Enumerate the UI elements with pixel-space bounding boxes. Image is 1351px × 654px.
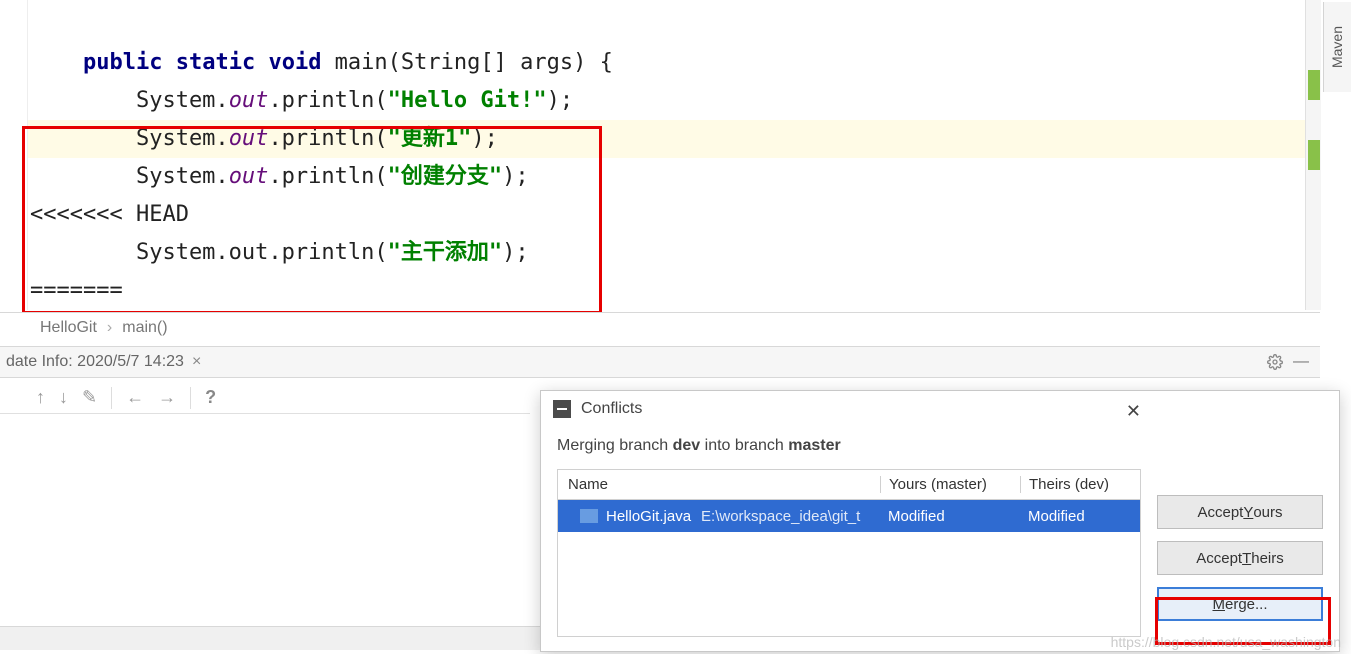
merge-post: erge... <box>1225 596 1268 613</box>
pencil-icon[interactable]: ✎ <box>82 387 97 408</box>
accept-yours-post: ours <box>1253 504 1282 521</box>
dialog-subtitle: Merging branch dev into branch master <box>541 427 1157 469</box>
toolbar-divider-2 <box>190 387 191 409</box>
run-toolbar: ↑ ↓ ✎ ← → ? <box>0 382 530 414</box>
table-row[interactable]: HelloGit.java E:\workspace_idea\git_t Mo… <box>558 500 1140 532</box>
file-icon <box>580 509 598 523</box>
tool-tab-maven[interactable]: Maven <box>1323 2 1351 92</box>
dialog-close-icon[interactable]: ✕ <box>1120 397 1147 426</box>
notification-label: date Info: 2020/5/7 14:23 <box>6 353 184 371</box>
string-trunk-add: "主干添加" <box>388 240 503 265</box>
breadcrumb-class[interactable]: HelloGit <box>40 319 97 337</box>
out-field-3: out <box>229 164 269 189</box>
dialog-titlebar[interactable]: Conflicts ✕ <box>541 391 1157 427</box>
branch-dev: dev <box>673 437 701 454</box>
arrow-left-icon[interactable]: ← <box>126 387 144 408</box>
keyword-public: public <box>83 50 162 75</box>
breadcrumb-method[interactable]: main() <box>122 319 167 337</box>
merge-u: M <box>1212 596 1225 613</box>
accept-theirs-u: T <box>1242 550 1251 567</box>
marker-green-1[interactable] <box>1308 70 1320 100</box>
dialog-sub-prefix: Merging branch <box>557 437 673 454</box>
conflicts-dialog: Conflicts ✕ Merging branch dev into bran… <box>540 390 1340 652</box>
editor-gutter <box>0 0 28 310</box>
keyword-static: static <box>176 50 255 75</box>
arrow-down-icon[interactable]: ↓ <box>59 387 68 408</box>
dialog-button-group: Accept Yours Accept Theirs Merge... <box>1157 391 1339 651</box>
arrow-up-icon[interactable]: ↑ <box>36 387 45 408</box>
keyword-void: void <box>268 50 321 75</box>
accept-yours-pre: Accept <box>1197 504 1243 521</box>
file-name: HelloGit.java <box>606 508 691 525</box>
dialog-app-icon <box>553 400 571 418</box>
conflict-head: <<<<<<< HEAD <box>30 202 189 227</box>
accept-theirs-post: heirs <box>1251 550 1284 567</box>
sig-rest: main(String[] args) { <box>321 50 612 75</box>
dialog-title: Conflicts <box>581 400 642 418</box>
marker-green-2[interactable] <box>1308 140 1320 170</box>
println-mid-2: .println( <box>268 126 387 151</box>
cell-theirs: Modified <box>1020 508 1140 525</box>
println-mid-3: .println( <box>268 164 387 189</box>
conflict-table[interactable]: Name Yours (master) Theirs (dev) HelloGi… <box>557 469 1141 637</box>
arrow-right-icon[interactable]: → <box>158 387 176 408</box>
conflict-table-header: Name Yours (master) Theirs (dev) <box>558 470 1140 500</box>
col-yours-header[interactable]: Yours (master) <box>880 476 1020 493</box>
chevron-right-icon: › <box>107 319 112 337</box>
accept-yours-u: Y <box>1243 504 1253 521</box>
println-head-2: System. <box>30 126 229 151</box>
minimize-icon[interactable]: — <box>1288 349 1314 375</box>
string-update1: "更新1" <box>388 126 472 151</box>
help-icon[interactable]: ? <box>205 387 216 408</box>
lower-panel <box>0 414 530 626</box>
gear-icon[interactable] <box>1262 349 1288 375</box>
println-tail-2: ); <box>471 126 498 151</box>
col-name-header[interactable]: Name <box>558 476 880 493</box>
tool-tab-maven-label: Maven <box>1330 26 1346 68</box>
out-field-1: out <box>229 88 269 113</box>
string-create-branch: "创建分支" <box>388 164 503 189</box>
code-block: public static void main(String[] args) {… <box>30 6 613 348</box>
code-editor[interactable]: public static void main(String[] args) {… <box>0 0 1320 310</box>
string-hello: "Hello Git!" <box>388 88 547 113</box>
println-mid-1: .println( <box>268 88 387 113</box>
dialog-sub-mid: into branch <box>700 437 788 454</box>
status-strip <box>0 626 550 650</box>
println-head-1: System. <box>30 88 229 113</box>
col-theirs-header[interactable]: Theirs (dev) <box>1020 476 1140 493</box>
out-field-2: out <box>229 126 269 151</box>
close-icon[interactable]: × <box>192 353 201 371</box>
accept-yours-button[interactable]: Accept Yours <box>1157 495 1323 529</box>
editor-right-markers[interactable] <box>1305 0 1321 310</box>
notification-bar: date Info: 2020/5/7 14:23 × — <box>0 346 1320 378</box>
breadcrumb[interactable]: HelloGit › main() <box>0 312 1320 342</box>
merge-button[interactable]: Merge... <box>1157 587 1323 621</box>
accept-theirs-pre: Accept <box>1196 550 1242 567</box>
cell-yours: Modified <box>880 508 1020 525</box>
accept-theirs-button[interactable]: Accept Theirs <box>1157 541 1323 575</box>
toolbar-divider <box>111 387 112 409</box>
println-tail-1: ); <box>547 88 574 113</box>
conflict-separator: ======= <box>30 278 123 303</box>
println-tail-3: ); <box>502 164 529 189</box>
file-path: E:\workspace_idea\git_t <box>701 508 860 525</box>
println-head-3: System. <box>30 164 229 189</box>
branch-master: master <box>788 437 840 454</box>
